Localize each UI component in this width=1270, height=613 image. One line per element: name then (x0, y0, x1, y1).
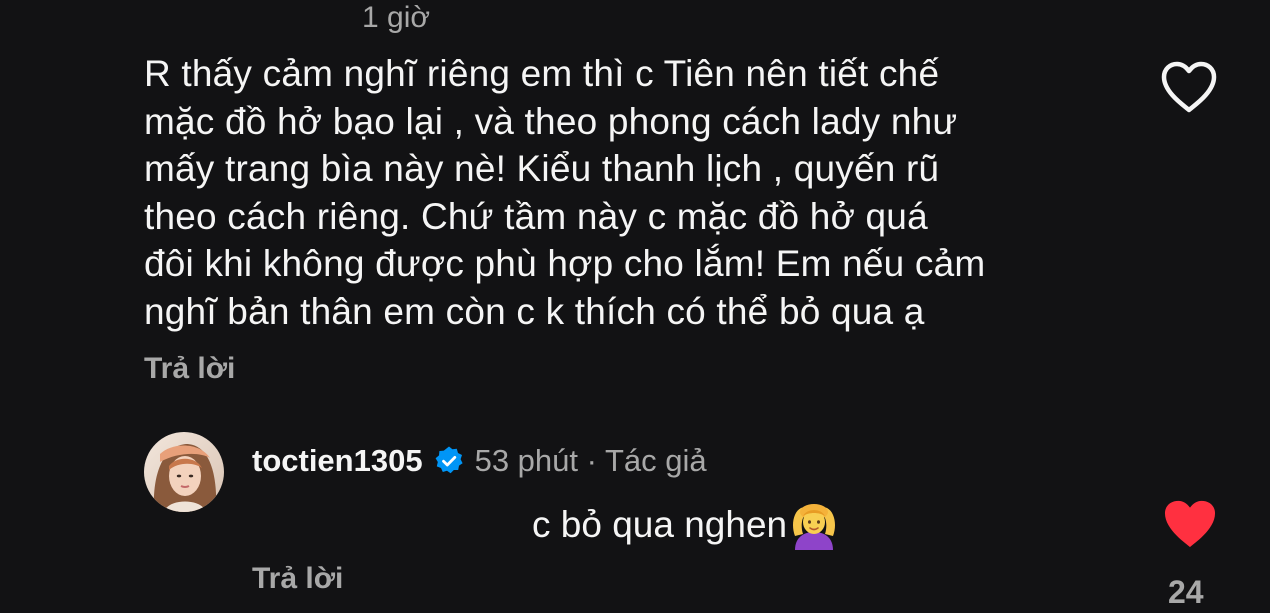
comment-text-line: mấy trang bìa này nè! Kiểu thanh lịch , … (144, 148, 940, 189)
reply-text: c bỏ qua nghen (532, 500, 839, 550)
comment-text-line: mặc đồ hở bạo lại , và theo phong cách l… (144, 100, 958, 142)
comment-text: R thấy cảm nghĩ riêng em thì c Tiên nên … (144, 50, 1124, 335)
reply-header: toctien1305 53 phút · Tác giả (252, 442, 707, 480)
comment-text-line: nghĩ bản thân em còn c k thích có thể bỏ… (144, 290, 925, 332)
reply-button[interactable]: Trả lời (144, 352, 235, 386)
comment-text-line: đôi khi không được phù hợp cho lắm! Em n… (144, 243, 986, 284)
avatar[interactable] (144, 432, 224, 512)
like-count: 24 (1168, 574, 1204, 610)
person-gesturing-ok-emoji-icon (789, 500, 839, 550)
comment-text-line: theo cách riêng. Chứ tầm này c mặc đồ hở… (144, 195, 928, 237)
comment-timestamp: 1 giờ (362, 1, 431, 34)
comment-text-line: R thấy cảm nghĩ riêng em thì c Tiên nên … (144, 53, 940, 94)
heart-outline-icon[interactable] (1160, 60, 1218, 114)
reply-meta: 53 phút · Tác giả (474, 443, 707, 478)
username-link[interactable]: toctien1305 (252, 442, 423, 480)
reply-text-content: c bỏ qua nghen (532, 504, 788, 545)
verified-badge-icon (433, 445, 465, 477)
reply-button[interactable]: Trả lời (252, 562, 343, 596)
heart-filled-icon[interactable] (1162, 498, 1218, 550)
